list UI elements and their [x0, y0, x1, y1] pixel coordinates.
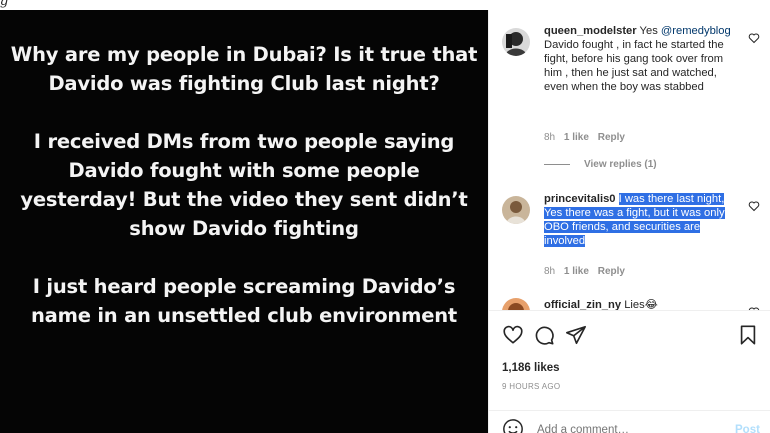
likes-count[interactable]: 1,186 likes	[502, 362, 560, 374]
view-replies-label: View replies (1)	[584, 159, 657, 170]
emoji-icon[interactable]	[502, 418, 524, 433]
like-heart-icon[interactable]	[502, 324, 524, 346]
comment-mention[interactable]: @remedyblog	[661, 25, 731, 37]
post-button[interactable]: Post	[735, 424, 760, 433]
divider	[489, 310, 770, 311]
comment-time: 8h	[544, 266, 556, 277]
heart-icon[interactable]	[748, 32, 760, 44]
comment-likes[interactable]: 1 like	[564, 266, 589, 277]
comment-body: Lies😂	[624, 299, 658, 310]
divider	[489, 410, 770, 411]
replies-line	[544, 163, 570, 165]
comment-text: official_zin_ny Lies😂	[544, 298, 739, 310]
reply-button[interactable]: Reply	[598, 266, 625, 277]
comments-list[interactable]: queen_modelster Yes @remedyblog Davido f…	[489, 10, 770, 310]
reply-button[interactable]: Reply	[598, 132, 625, 143]
top-glyph: g	[0, 0, 9, 9]
post-sidebar: queen_modelster Yes @remedyblog Davido f…	[488, 10, 770, 433]
comment-body: Davido fought , in fact he started the f…	[544, 39, 724, 93]
comment-text: princevitalis0 I was there last night, Y…	[544, 192, 739, 248]
avatar[interactable]	[502, 196, 530, 224]
comment-meta: 8h 1 like Reply	[544, 132, 625, 143]
story-paragraph-2: I received DMs from two people saying Da…	[20, 130, 468, 240]
comment-username[interactable]: princevitalis0	[544, 193, 616, 205]
action-bar	[489, 320, 770, 350]
story-text: Why are my people in Dubai? Is it true t…	[10, 40, 478, 359]
view-replies-button[interactable]: View replies (1)	[544, 159, 657, 170]
add-comment-bar: Post	[489, 412, 770, 433]
comment-meta: 8h 1 like Reply	[544, 266, 625, 277]
comment-bubble-icon[interactable]	[533, 324, 555, 346]
avatar[interactable]	[502, 298, 530, 310]
top-strip: g	[0, 0, 770, 10]
save-bookmark-icon[interactable]	[737, 324, 759, 346]
story-paragraph-1: Why are my people in Dubai? Is it true t…	[10, 43, 478, 95]
story-paragraph-3: I just heard people screaming Davido’s n…	[30, 275, 458, 327]
post-time[interactable]: 9 HOURS AGO	[502, 382, 560, 391]
comment-username[interactable]: queen_modelster	[544, 25, 637, 37]
comment-likes[interactable]: 1 like	[564, 132, 589, 143]
add-comment-input[interactable]	[537, 424, 707, 433]
avatar[interactable]	[502, 28, 530, 56]
heart-icon[interactable]	[748, 200, 760, 212]
comment-username[interactable]: official_zin_ny	[544, 299, 621, 310]
comment-time: 8h	[544, 132, 556, 143]
comment-text-prefix: Yes	[639, 25, 661, 37]
post-image: Why are my people in Dubai? Is it true t…	[0, 10, 488, 433]
comment-text: queen_modelster Yes @remedyblog Davido f…	[544, 24, 739, 94]
share-paper-plane-icon[interactable]	[565, 324, 587, 346]
